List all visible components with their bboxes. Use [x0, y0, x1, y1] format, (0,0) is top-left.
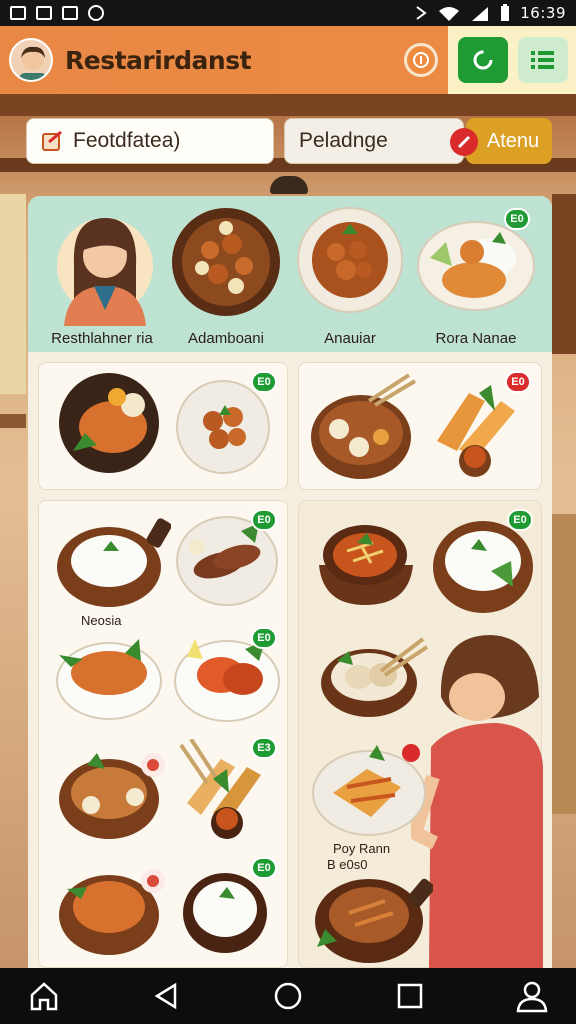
- featured-label: Resthlahner ria: [51, 330, 153, 347]
- dish-label: Neosia: [81, 613, 122, 628]
- dish-image: [176, 380, 270, 474]
- sync-icon: [88, 5, 104, 21]
- status-time: 16:39: [520, 4, 566, 22]
- profile-button[interactable]: [510, 974, 554, 1018]
- price-badge: E0: [504, 208, 530, 230]
- dish-image[interactable]: [313, 515, 419, 609]
- vibrate-icon: [416, 6, 427, 20]
- price-badge: E0: [251, 371, 277, 393]
- host-portrait: [57, 218, 153, 326]
- location-filter[interactable]: Peladnge: [284, 118, 464, 164]
- wall-shelf: [552, 194, 576, 354]
- app-bar-actions: [448, 26, 576, 94]
- search-input[interactable]: [73, 129, 263, 153]
- dish-image[interactable]: [55, 629, 163, 723]
- dish-image: [172, 208, 280, 316]
- system-home-button[interactable]: [266, 974, 310, 1018]
- wall-menu: [0, 194, 26, 394]
- app-title: Restarirdanst: [65, 45, 252, 75]
- search-field[interactable]: [26, 118, 274, 164]
- app-bar: Restarirdanst: [0, 26, 576, 94]
- home-button[interactable]: [22, 974, 66, 1018]
- status-bar: 16:39: [0, 0, 576, 26]
- dish-image[interactable]: [313, 865, 433, 965]
- menu-panel: Resthlahner ria Adamboani Anauiar E0 Ror…: [28, 196, 552, 968]
- refresh-button[interactable]: [458, 37, 508, 83]
- featured-label: Adamboani: [188, 330, 264, 347]
- dish-card-grid: E0 Neosia E0 E3 E0: [38, 500, 288, 968]
- location-filter-label: Peladnge: [299, 129, 388, 152]
- photo-icon: [62, 6, 78, 20]
- dish-image[interactable]: [311, 739, 429, 839]
- dish-card-grid: E0 Poy Rann B e0s0: [298, 500, 543, 968]
- dish-card[interactable]: E0: [298, 362, 542, 490]
- note-icon: [42, 130, 62, 151]
- featured-item-dish[interactable]: [296, 206, 416, 346]
- profile-icon: [516, 981, 548, 1013]
- home-icon: [30, 982, 58, 1011]
- price-badge: E0: [251, 627, 277, 649]
- signal-icon: [472, 7, 489, 21]
- dish-image[interactable]: [55, 511, 171, 611]
- price-badge: E0: [507, 509, 533, 531]
- price-badge: E0: [251, 857, 277, 879]
- circle-home-icon: [274, 982, 302, 1010]
- info-icon: [413, 52, 429, 68]
- wall-shelf: [0, 414, 26, 428]
- featured-label: Rora Nanae: [435, 330, 517, 347]
- battery-icon: [501, 4, 510, 21]
- list-icon: [531, 51, 554, 69]
- back-icon: [154, 982, 177, 1010]
- price-badge: E3: [251, 737, 277, 759]
- back-button[interactable]: [144, 974, 188, 1018]
- avatar[interactable]: [9, 38, 53, 82]
- ceiling-lamp: [270, 176, 308, 194]
- dish-label: Poy Rann: [333, 841, 391, 856]
- dish-image: [311, 373, 417, 479]
- dish-image[interactable]: [181, 869, 271, 955]
- compass-icon[interactable]: [450, 128, 478, 156]
- dish-image: [437, 385, 515, 477]
- info-button[interactable]: [404, 43, 438, 77]
- dish-image: [297, 207, 403, 313]
- menu-button[interactable]: Atenu: [466, 118, 552, 164]
- recents-button[interactable]: [388, 974, 432, 1018]
- image-icon: [10, 6, 26, 20]
- featured-row: Resthlahner ria Adamboani Anauiar E0 Ror…: [28, 196, 552, 352]
- featured-label: Anauiar: [324, 330, 376, 347]
- navigation-bar: [0, 968, 576, 1024]
- home-notification-icon: [36, 6, 52, 20]
- wall-panel: [552, 514, 576, 814]
- dish-image[interactable]: [57, 859, 167, 957]
- dish-image[interactable]: [57, 745, 165, 841]
- price-badge: E0: [251, 509, 277, 531]
- ceiling-beam: [0, 94, 576, 116]
- featured-item-dish[interactable]: E0: [416, 206, 540, 346]
- dish-card[interactable]: E0: [38, 362, 288, 490]
- price-badge: E0: [505, 371, 531, 393]
- featured-item-host[interactable]: [50, 206, 170, 346]
- wifi-icon: [439, 7, 460, 21]
- refresh-icon: [473, 50, 493, 70]
- featured-item-dish[interactable]: [170, 206, 290, 346]
- dish-image: [59, 373, 159, 473]
- recents-icon: [397, 983, 423, 1009]
- list-button[interactable]: [518, 37, 568, 83]
